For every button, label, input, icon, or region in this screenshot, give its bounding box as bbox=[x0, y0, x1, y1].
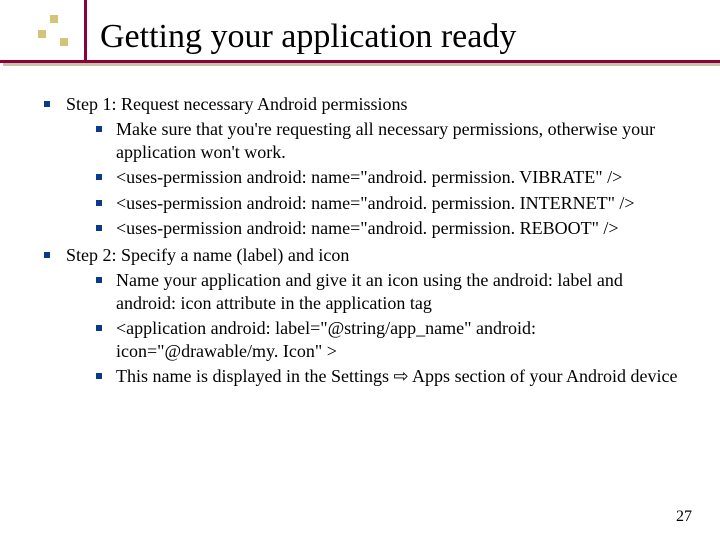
accent-square-icon bbox=[38, 30, 46, 38]
accent-square-icon bbox=[60, 38, 68, 46]
step-heading: Step 2: Specify a name (label) and icon bbox=[66, 245, 349, 265]
bullet-item: <uses-permission android: name="android.… bbox=[94, 166, 680, 189]
bullet-item: <uses-permission android: name="android.… bbox=[94, 192, 680, 215]
accent-shadow-bar bbox=[3, 63, 720, 66]
accent-square-icon bbox=[50, 15, 58, 23]
step-item: Step 1: Request necessary Android permis… bbox=[40, 93, 680, 239]
slide-title: Getting your application ready bbox=[100, 18, 720, 55]
bullet-item: Make sure that you're requesting all nec… bbox=[94, 118, 680, 164]
page-number: 27 bbox=[676, 508, 692, 526]
bullet-item: <application android: label="@string/app… bbox=[94, 317, 680, 363]
accent-vertical-bar bbox=[84, 0, 87, 63]
bullet-item: This name is displayed in the Settings ⇨… bbox=[94, 365, 680, 388]
title-area: Getting your application ready bbox=[0, 0, 720, 63]
bullet-item: <uses-permission android: name="android.… bbox=[94, 217, 680, 240]
step-heading: Step 1: Request necessary Android permis… bbox=[66, 94, 407, 114]
step-item: Step 2: Specify a name (label) and icon … bbox=[40, 244, 680, 388]
slide-body: Step 1: Request necessary Android permis… bbox=[0, 63, 720, 387]
bullet-item: Name your application and give it an ico… bbox=[94, 269, 680, 315]
